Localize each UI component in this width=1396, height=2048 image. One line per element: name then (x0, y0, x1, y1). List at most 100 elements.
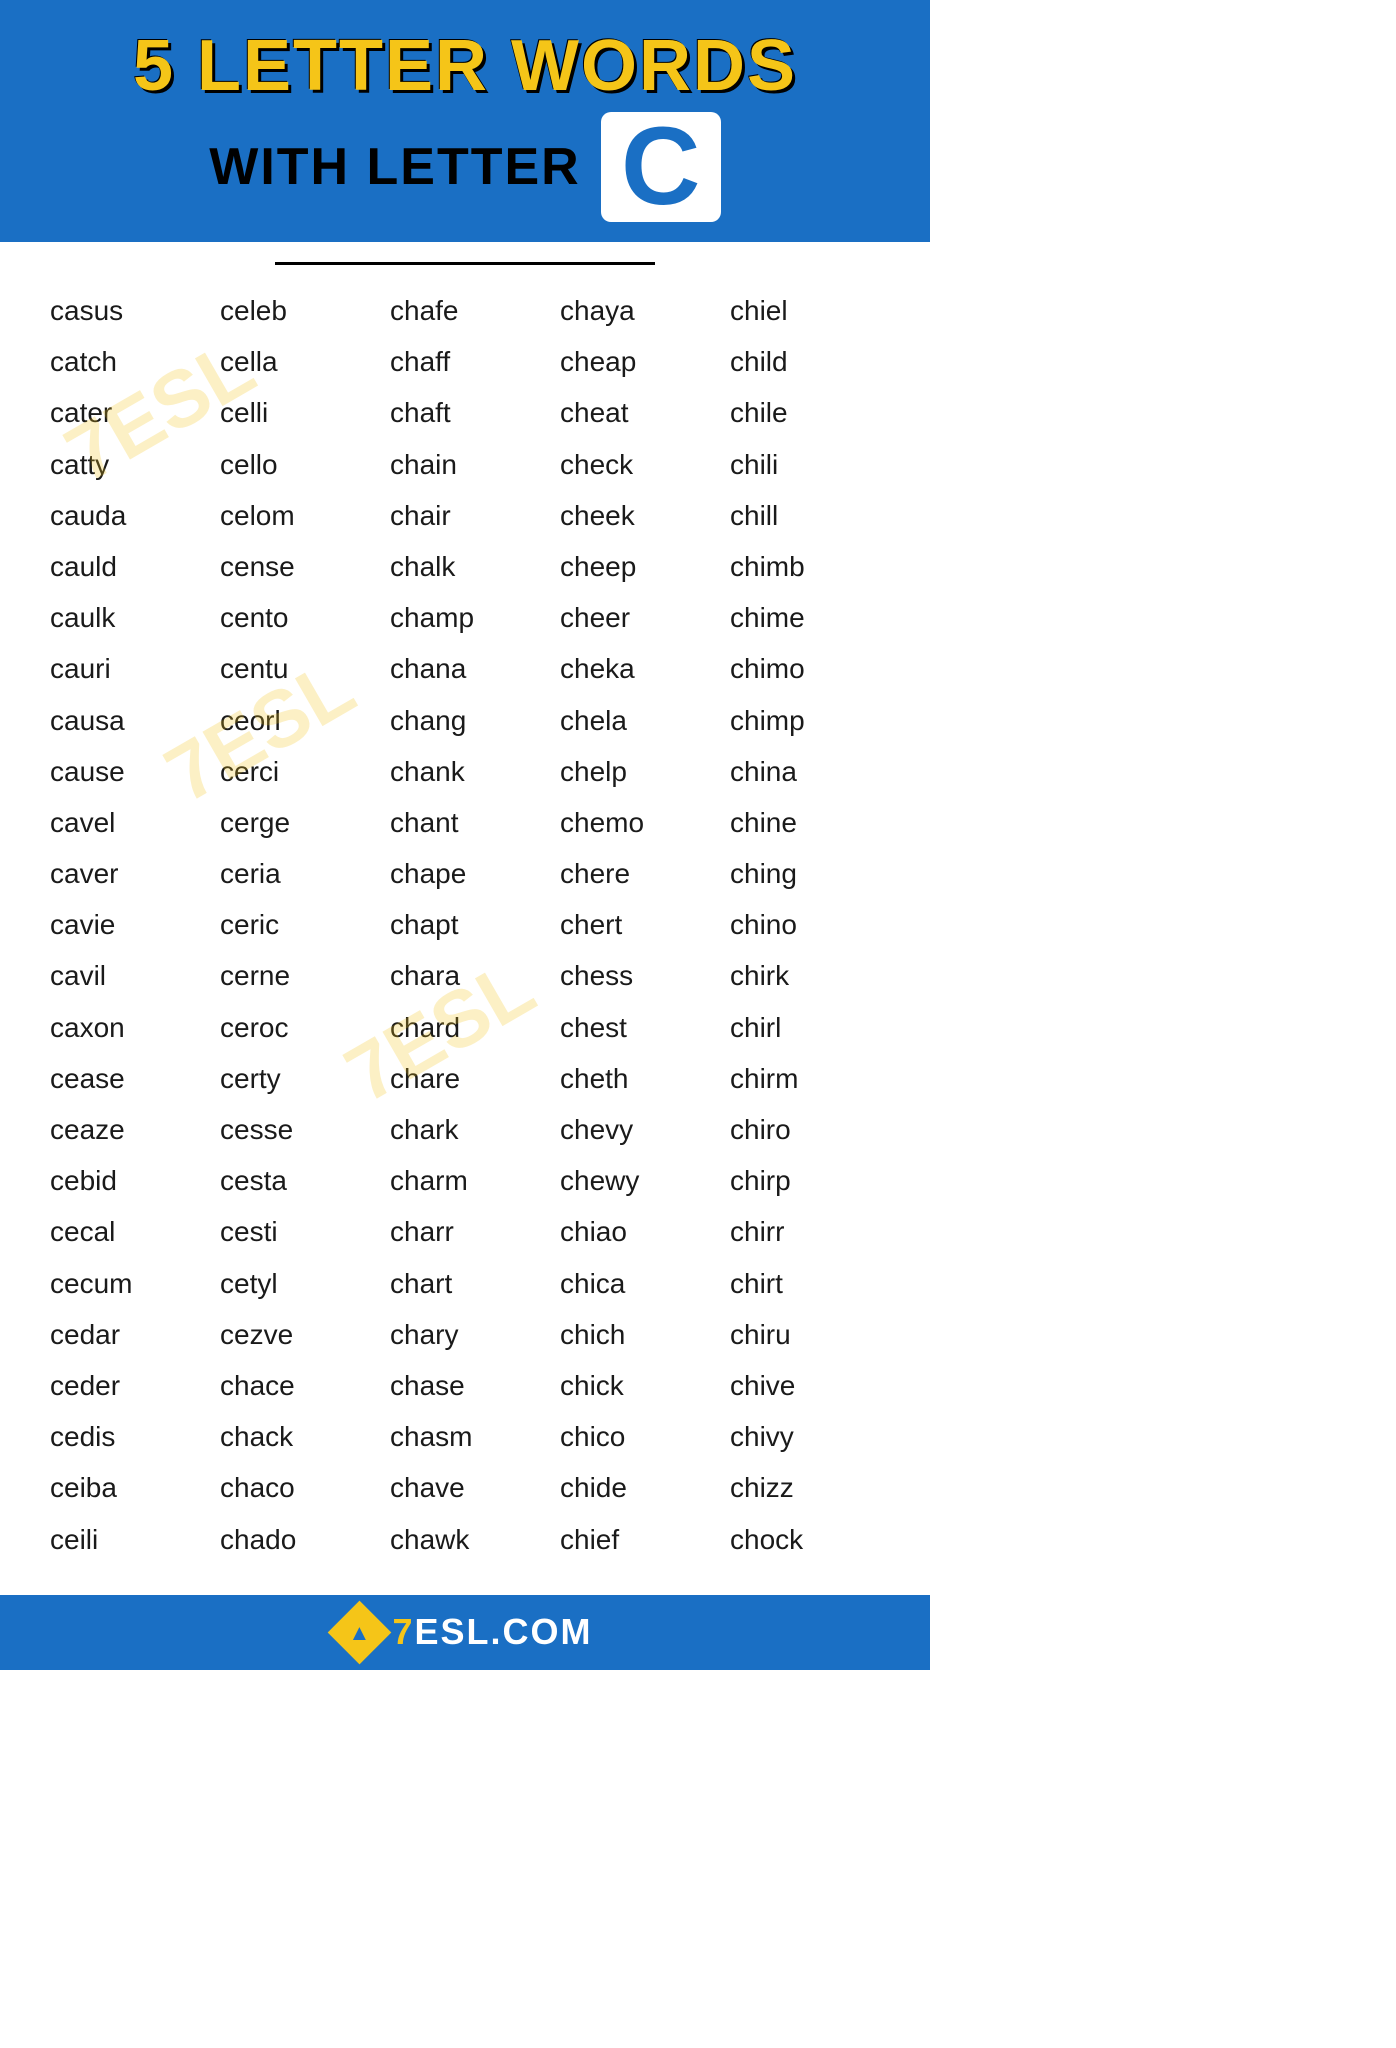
word-item: cerne (210, 950, 380, 1001)
word-item: chana (380, 643, 550, 694)
word-item: chant (380, 797, 550, 848)
divider (275, 262, 655, 265)
word-item: cheep (550, 541, 720, 592)
word-item: charr (380, 1206, 550, 1257)
word-item: chack (210, 1411, 380, 1462)
word-item: ceria (210, 848, 380, 899)
word-item: chirk (720, 950, 890, 1001)
word-item: chark (380, 1104, 550, 1155)
word-item: cavil (40, 950, 210, 1001)
word-item: chiru (720, 1309, 890, 1360)
word-item: chick (550, 1360, 720, 1411)
word-item: cecum (40, 1258, 210, 1309)
word-item: cento (210, 592, 380, 643)
word-item: chirm (720, 1053, 890, 1104)
word-column-5: chielchildchilechilichillchimbchimechimo… (720, 285, 890, 1565)
word-item: charm (380, 1155, 550, 1206)
word-item: cesse (210, 1104, 380, 1155)
word-item: chica (550, 1258, 720, 1309)
word-item: chara (380, 950, 550, 1001)
word-item: chess (550, 950, 720, 1001)
word-item: chizz (720, 1462, 890, 1513)
big-letter-c: C (601, 112, 721, 222)
word-column-1: casuscatchcatercattycaudacauldcaulkcauri… (40, 285, 210, 1565)
word-item: celom (210, 490, 380, 541)
word-column-3: chafechaffchaftchainchairchalkchampchana… (380, 285, 550, 1565)
word-item: celeb (210, 285, 380, 336)
header: 5 LETTER WORDS WITH LETTER C (0, 0, 930, 242)
word-item: ceroc (210, 1002, 380, 1053)
word-item: cetyl (210, 1258, 380, 1309)
main-title: 5 LETTER WORDS (40, 30, 890, 102)
word-item: cella (210, 336, 380, 387)
word-item: chief (550, 1514, 720, 1565)
footer-logo: ▲ 7ESL.COM (337, 1610, 592, 1655)
word-item: chary (380, 1309, 550, 1360)
word-item: cavie (40, 899, 210, 950)
word-item: ceiba (40, 1462, 210, 1513)
word-item: cense (210, 541, 380, 592)
word-item: ceric (210, 899, 380, 950)
word-item: chere (550, 848, 720, 899)
word-item: celli (210, 387, 380, 438)
word-item: chive (720, 1360, 890, 1411)
word-item: chewy (550, 1155, 720, 1206)
word-item: chico (550, 1411, 720, 1462)
word-item: chich (550, 1309, 720, 1360)
word-item: cebid (40, 1155, 210, 1206)
word-item: chase (380, 1360, 550, 1411)
word-grid: 7ESL 7ESL 7ESL casuscatchcatercattycauda… (40, 285, 890, 1565)
word-item: chimp (720, 695, 890, 746)
word-item: cheka (550, 643, 720, 694)
word-item: chiel (720, 285, 890, 336)
word-item: champ (380, 592, 550, 643)
word-item: cease (40, 1053, 210, 1104)
word-item: caxon (40, 1002, 210, 1053)
word-item: cauda (40, 490, 210, 541)
word-item: cerge (210, 797, 380, 848)
footer-site: 7ESL.COM (392, 1611, 592, 1653)
word-item: chalk (380, 541, 550, 592)
word-item: caver (40, 848, 210, 899)
word-item: chino (720, 899, 890, 950)
word-item: cecal (40, 1206, 210, 1257)
word-item: chaco (210, 1462, 380, 1513)
word-item: cheer (550, 592, 720, 643)
word-item: chasm (380, 1411, 550, 1462)
word-item: cedis (40, 1411, 210, 1462)
word-item: cheat (550, 387, 720, 438)
word-item: chert (550, 899, 720, 950)
subtitle-text: WITH LETTER (209, 137, 581, 197)
word-item: chock (720, 1514, 890, 1565)
content-area: 7ESL 7ESL 7ESL casuscatchcatercattycauda… (0, 242, 930, 1585)
word-item: casus (40, 285, 210, 336)
word-item: cheek (550, 490, 720, 541)
word-item: chirr (720, 1206, 890, 1257)
word-item: cezve (210, 1309, 380, 1360)
word-item: chime (720, 592, 890, 643)
word-item: chaya (550, 285, 720, 336)
word-item: cater (40, 387, 210, 438)
word-item: cause (40, 746, 210, 797)
word-column-2: celebcellacellicellocelomcensecentocentu… (210, 285, 380, 1565)
word-item: cello (210, 439, 380, 490)
word-item: chiro (720, 1104, 890, 1155)
word-item: chafe (380, 285, 550, 336)
word-column-4: chayacheapcheatcheckcheekcheepcheercheka… (550, 285, 720, 1565)
word-item: chair (380, 490, 550, 541)
word-item: check (550, 439, 720, 490)
word-item: chiao (550, 1206, 720, 1257)
word-item: ceder (40, 1360, 210, 1411)
word-item: chart (380, 1258, 550, 1309)
word-item: cesti (210, 1206, 380, 1257)
word-item: chaft (380, 387, 550, 438)
word-item: caulk (40, 592, 210, 643)
word-item: cauri (40, 643, 210, 694)
word-item: chado (210, 1514, 380, 1565)
word-item: cheth (550, 1053, 720, 1104)
word-item: chili (720, 439, 890, 490)
word-item: chaff (380, 336, 550, 387)
word-item: catch (40, 336, 210, 387)
subtitle-row: WITH LETTER C (40, 112, 890, 222)
word-item: chave (380, 1462, 550, 1513)
